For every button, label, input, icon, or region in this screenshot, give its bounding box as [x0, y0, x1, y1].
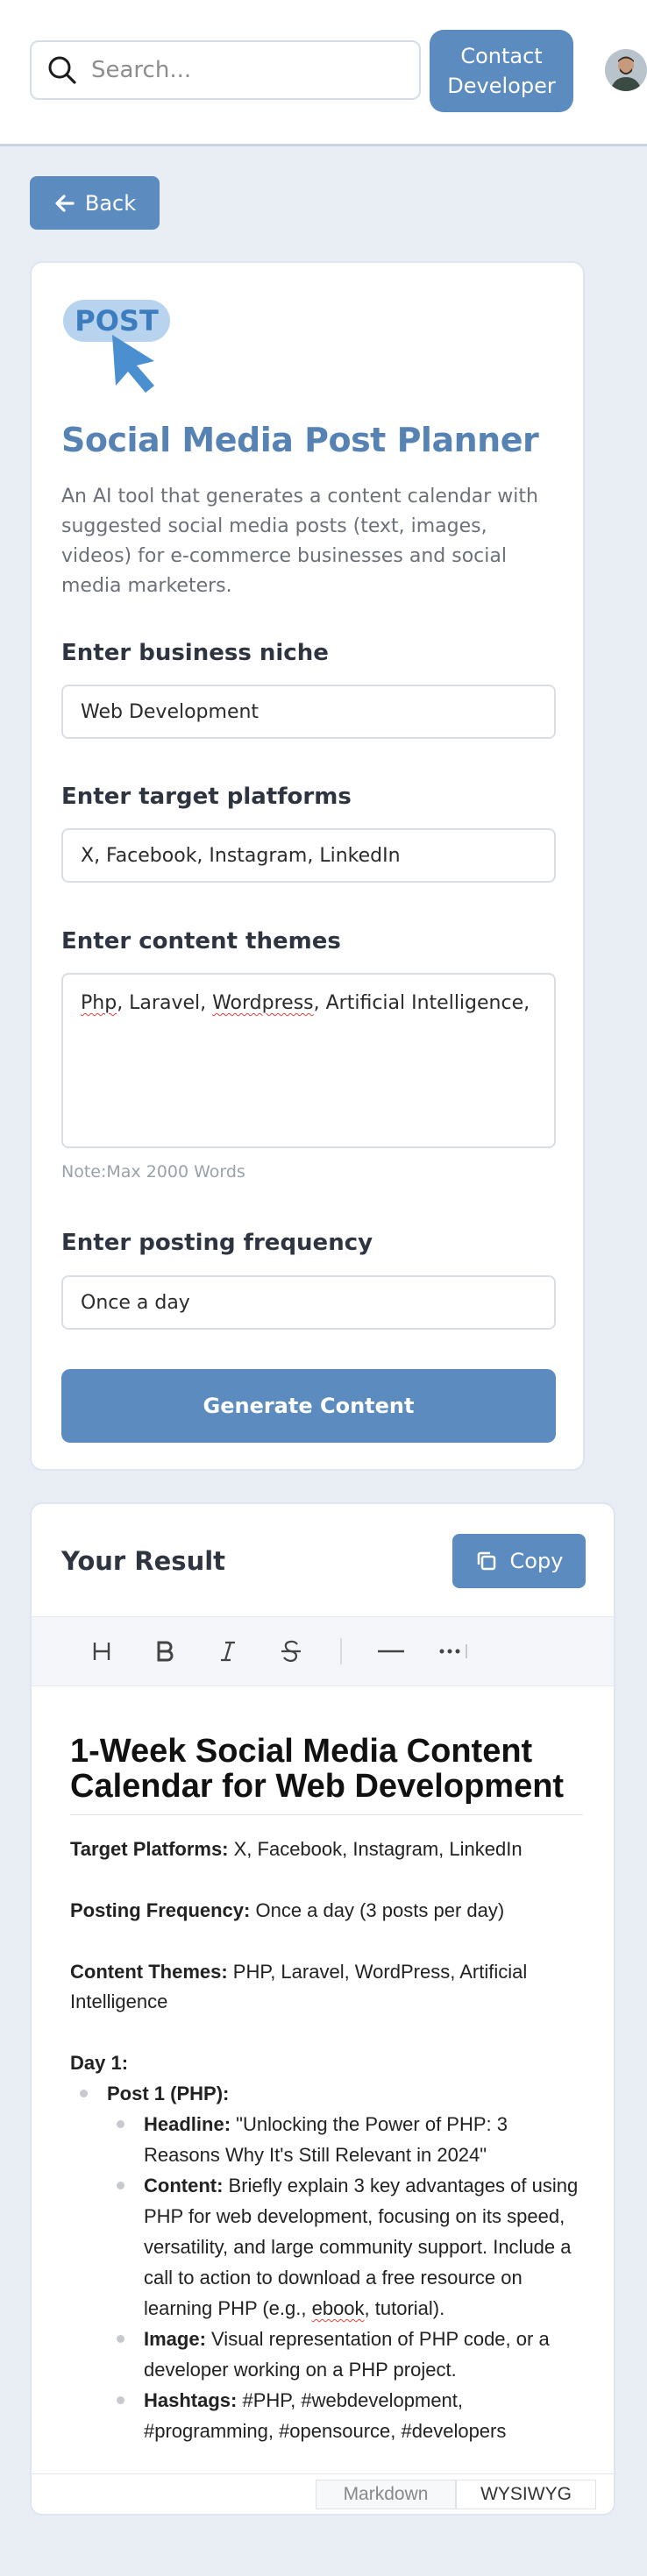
posting-frequency-field[interactable]: [61, 1275, 556, 1330]
platforms-line: Target Platforms: X, Facebook, Instagram…: [70, 1838, 523, 1860]
post-logo: POST: [63, 300, 170, 393]
arrow-left-icon: [55, 194, 75, 212]
frequency-label: Enter posting frequency: [61, 1230, 373, 1256]
result-heading: 1-Week Social Media Content Calendar for…: [70, 1734, 583, 1815]
copy-label: Copy: [509, 1549, 564, 1573]
heading-icon[interactable]: [79, 1629, 124, 1673]
markdown-tab[interactable]: Markdown: [316, 2480, 456, 2509]
day-heading: Day 1:: [70, 2052, 129, 2074]
editor-toolbar: [32, 1616, 614, 1686]
toolbar-divider: [340, 1638, 342, 1664]
frequency-line: Posting Frequency: Once a day (3 posts p…: [70, 1899, 505, 1921]
list-item: Hashtags: #PHP, #webdevelopment, #progra…: [107, 2385, 583, 2446]
themes-line: Content Themes: PHP, Laravel, WordPress,…: [70, 1961, 528, 2012]
list-item: Image: Visual representation of PHP code…: [107, 2324, 583, 2385]
editor-mode-bar: Markdown WYSIWYG: [32, 2473, 614, 2514]
max-words-note: Note:Max 2000 Words: [61, 1162, 245, 1182]
bullet: [80, 2090, 88, 2097]
horizontal-rule-icon[interactable]: [368, 1629, 414, 1673]
generate-content-button[interactable]: Generate Content: [61, 1369, 556, 1443]
strikethrough-icon[interactable]: [268, 1629, 314, 1673]
logo-text: POST: [75, 304, 159, 337]
content-themes-field[interactable]: Php, Laravel, Wordpress, Artificial Inte…: [61, 973, 556, 1148]
search-input[interactable]: [89, 41, 419, 99]
business-niche-field[interactable]: [61, 685, 556, 739]
copy-button[interactable]: Copy: [452, 1534, 586, 1588]
result-card: Your Result Copy 1-Week Social Media Con…: [30, 1502, 615, 2516]
wysiwyg-tab[interactable]: WYSIWYG: [456, 2480, 596, 2509]
tool-description: An AI tool that generates a content cale…: [61, 486, 538, 597]
result-title: Your Result: [61, 1546, 226, 1576]
list-item: Post 1 (PHP): Headline: "Unlocking the P…: [70, 2078, 583, 2446]
avatar[interactable]: [605, 49, 647, 91]
search-box[interactable]: [30, 40, 421, 100]
bold-icon[interactable]: [142, 1629, 188, 1673]
list-item: Content: Briefly explain 3 key advantage…: [107, 2170, 583, 2324]
niche-label: Enter business niche: [61, 640, 329, 666]
target-platforms-field[interactable]: [61, 828, 556, 883]
back-label: Back: [84, 190, 137, 216]
user-photo-icon: [605, 49, 647, 91]
result-content: 1-Week Social Media Content Calendar for…: [70, 1734, 583, 2446]
top-header: Contact Developer: [0, 0, 647, 146]
page-title: Social Media Post Planner: [61, 421, 539, 459]
platforms-label: Enter target platforms: [61, 784, 352, 810]
copy-icon: [477, 1551, 495, 1571]
italic-icon[interactable]: [205, 1629, 251, 1673]
list-item: Headline: "Unlocking the Power of PHP: 3…: [107, 2109, 583, 2170]
more-icon[interactable]: [431, 1629, 477, 1673]
search-icon: [48, 56, 76, 84]
back-button[interactable]: Back: [30, 176, 160, 230]
contact-developer-button[interactable]: Contact Developer: [430, 30, 573, 112]
themes-label: Enter content themes: [61, 928, 341, 954]
tool-form-card: POST Social Media Post Planner An AI too…: [30, 261, 585, 1471]
